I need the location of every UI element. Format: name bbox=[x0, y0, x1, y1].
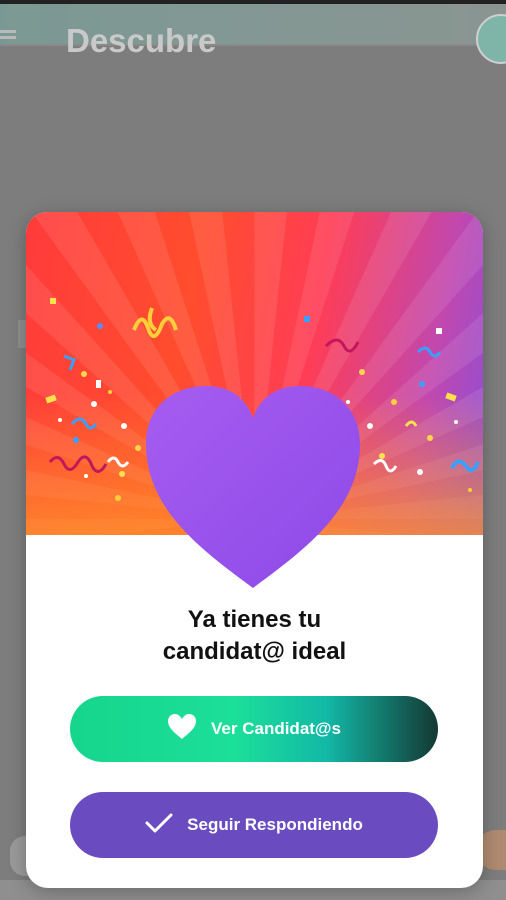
view-candidates-label: Ver Candidat@s bbox=[211, 719, 341, 738]
menu-icon[interactable] bbox=[0, 30, 18, 46]
check-icon bbox=[145, 812, 173, 839]
keep-answering-label: Seguir Respondiendo bbox=[187, 815, 363, 834]
keep-answering-button[interactable]: Seguir Respondiendo bbox=[70, 792, 438, 858]
heart-icon bbox=[146, 386, 360, 588]
page-title: Descubre bbox=[66, 22, 217, 59]
modal-title-line: candidat@ ideal bbox=[162, 638, 347, 665]
background-element bbox=[18, 320, 26, 348]
modal-title: Ya tienes tu candidat@ ideal bbox=[26, 604, 483, 668]
match-modal: Ya tienes tu candidat@ ideal Ver Candida… bbox=[26, 212, 483, 888]
modal-title-line: Ya tienes tu bbox=[187, 606, 322, 633]
view-candidates-button[interactable]: Ver Candidat@s bbox=[70, 696, 438, 762]
heart-icon bbox=[167, 713, 197, 745]
